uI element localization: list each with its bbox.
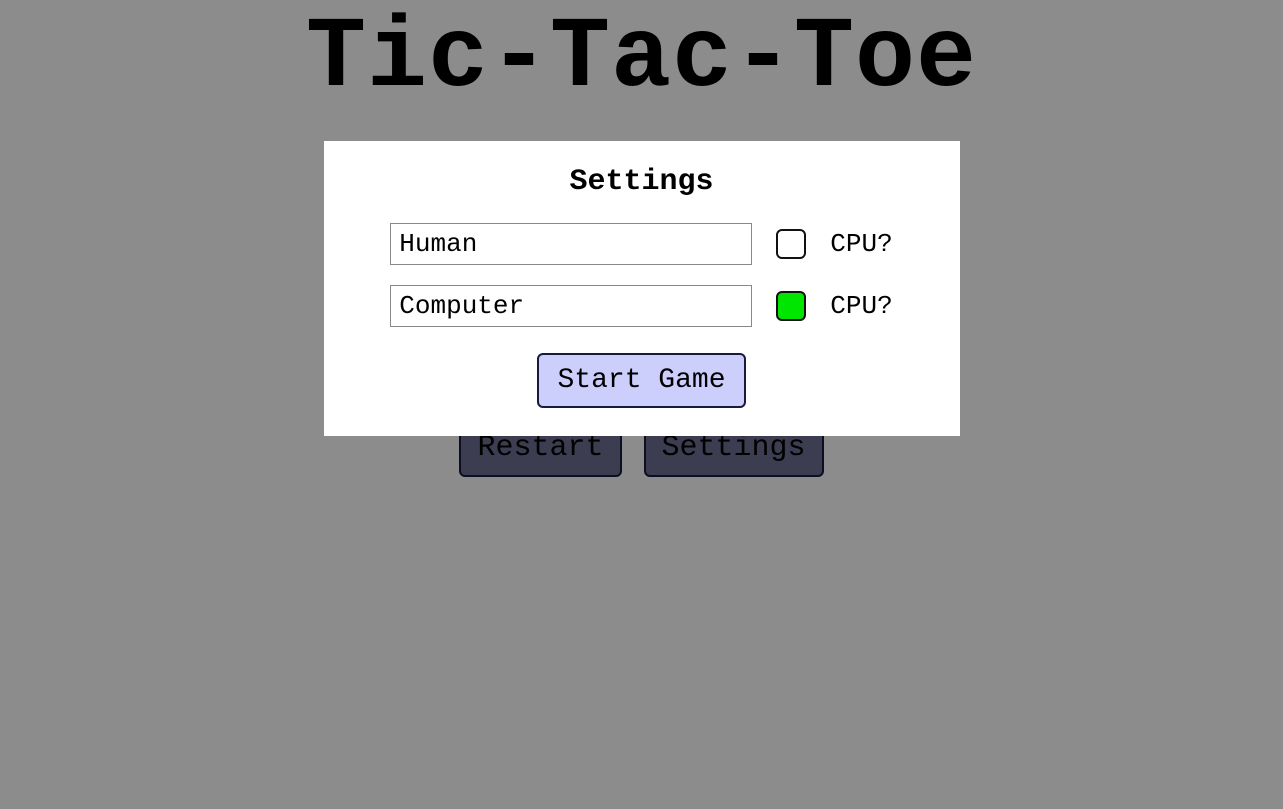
modal-title: Settings bbox=[354, 165, 930, 199]
player1-name-input[interactable] bbox=[390, 223, 752, 265]
start-game-button[interactable]: Start Game bbox=[537, 353, 745, 408]
player1-cpu-checkbox[interactable] bbox=[776, 229, 806, 259]
player2-row: CPU? bbox=[354, 285, 930, 327]
player2-name-input[interactable] bbox=[390, 285, 752, 327]
modal-overlay[interactable]: Settings CPU? CPU? Start Game bbox=[0, 0, 1283, 809]
player1-row: CPU? bbox=[354, 223, 930, 265]
player1-cpu-label: CPU? bbox=[830, 229, 892, 259]
settings-modal: Settings CPU? CPU? Start Game bbox=[324, 141, 960, 436]
player2-cpu-label: CPU? bbox=[830, 291, 892, 321]
player2-cpu-checkbox[interactable] bbox=[776, 291, 806, 321]
